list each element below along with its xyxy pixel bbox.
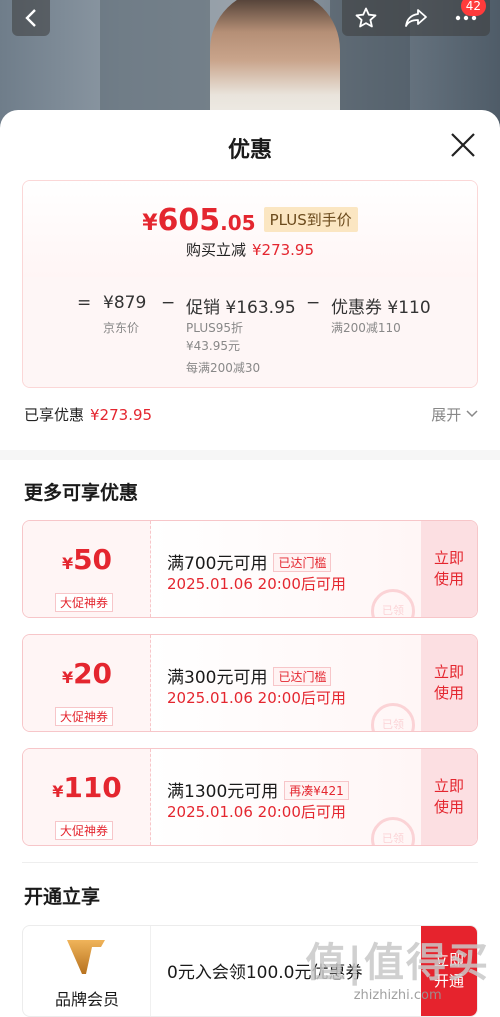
coupon-card: ¥20 大促神券 满300元可用 已达门槛 2025.01.06 20:00后可用… bbox=[22, 634, 478, 732]
close-icon[interactable] bbox=[450, 132, 476, 158]
watermark-url: zhizhizhi.com bbox=[353, 988, 442, 1003]
use-now-label: 立即使用 bbox=[433, 549, 464, 588]
coupon-status-tag: 已达门槛 bbox=[273, 667, 332, 686]
coupon-amount-value: 110 bbox=[63, 771, 122, 804]
brand-logo-icon bbox=[67, 940, 105, 974]
coupon-yen: ¥ bbox=[61, 554, 74, 573]
coupon-value-area: ¥50 大促神券 bbox=[23, 521, 151, 617]
price-summary: ¥605.05 PLUS到手价 购买立减 ¥273.95 bbox=[23, 181, 477, 277]
coupon-value-area: ¥20 大促神券 bbox=[23, 635, 151, 731]
coupon-condition: 满700元可用 已达门槛 bbox=[167, 549, 332, 574]
use-now-button[interactable]: 立即使用 bbox=[421, 749, 477, 845]
watermark: 值|值得买 zhizhizhi.com bbox=[305, 930, 490, 1003]
coupon-type-badge: 大促神券 bbox=[55, 821, 114, 840]
formula-coupon: 优惠券 ¥110 bbox=[331, 298, 431, 318]
price-formula: = ¥879 京东价 − 促销 ¥163.95 PLUS95折 ¥43.95元 … bbox=[23, 277, 477, 387]
reduce-value: ¥273.95 bbox=[251, 241, 315, 259]
share-icon[interactable] bbox=[403, 7, 429, 29]
coupon-info: 满700元可用 已达门槛 2025.01.06 20:00后可用 已领 bbox=[151, 521, 421, 617]
final-price: ¥605.05 PLUS到手价 bbox=[23, 203, 477, 238]
claimed-stamp: 已领 bbox=[371, 703, 415, 731]
section-divider bbox=[0, 450, 500, 460]
member-section-title: 开通立享 bbox=[24, 886, 101, 908]
formula-minus: − bbox=[306, 293, 321, 313]
formula-promo-sub: PLUS95折 bbox=[186, 321, 243, 335]
coupon-condition-text: 满700元可用 bbox=[167, 554, 268, 574]
coupon-yen: ¥ bbox=[61, 668, 74, 687]
back-icon bbox=[25, 9, 36, 27]
formula-promo: 促销 ¥163.95 bbox=[186, 298, 296, 318]
more-discounts-title: 更多可享优惠 bbox=[24, 482, 139, 504]
coupon-time: 2025.01.06 20:00后可用 bbox=[167, 575, 346, 593]
coupon-time: 2025.01.06 20:00后可用 bbox=[167, 803, 346, 821]
use-now-button[interactable]: 立即使用 bbox=[421, 635, 477, 731]
price-breakdown-card: ¥605.05 PLUS到手价 购买立减 ¥273.95 = ¥879 京东价 − … bbox=[22, 180, 478, 388]
member-brand-name: 品牌会员 bbox=[54, 990, 119, 1009]
top-action-group: 42 bbox=[342, 0, 490, 36]
claimed-stamp: 已领 bbox=[371, 817, 415, 845]
plus-price-tag: PLUS到手价 bbox=[263, 207, 358, 232]
formula-base-label: 京东价 bbox=[103, 321, 140, 335]
coupon-status-tag: 已达门槛 bbox=[273, 553, 332, 572]
enjoyed-value: ¥273.95 bbox=[90, 406, 153, 424]
coupon-amount-value: 20 bbox=[73, 657, 113, 690]
final-price-integer: 605 bbox=[157, 203, 221, 238]
coupon-time: 2025.01.06 20:00后可用 bbox=[167, 689, 346, 707]
formula-coupon-sub: 满200减110 bbox=[331, 321, 401, 335]
coupon-condition-text: 满300元可用 bbox=[167, 668, 268, 688]
back-button[interactable] bbox=[12, 0, 50, 36]
final-price-decimal: .05 bbox=[220, 211, 256, 235]
expand-button[interactable]: 展开 bbox=[431, 404, 478, 425]
coupon-status-tag: 再凑¥421 bbox=[284, 781, 349, 800]
use-now-label: 立即使用 bbox=[433, 663, 464, 702]
formula-base-price: ¥879 bbox=[103, 293, 147, 313]
section-divider bbox=[22, 862, 478, 863]
coupon-info: 满300元可用 已达门槛 2025.01.06 20:00后可用 已领 bbox=[151, 635, 421, 731]
coupon-amount-value: 50 bbox=[73, 543, 113, 576]
enjoyed-label: 已享优惠 bbox=[24, 406, 85, 424]
watermark-logo: 值|值得买 bbox=[305, 940, 490, 986]
claimed-stamp: 已领 bbox=[371, 589, 415, 617]
expand-label: 展开 bbox=[431, 406, 462, 424]
star-icon[interactable] bbox=[354, 6, 378, 30]
coupon-condition: 满300元可用 已达门槛 bbox=[167, 663, 332, 688]
coupon-type-badge: 大促神券 bbox=[55, 593, 114, 612]
formula-minus: − bbox=[161, 293, 176, 313]
coupon-amount: ¥20 bbox=[23, 657, 151, 690]
final-price-yen: ¥ bbox=[142, 211, 158, 236]
enjoyed-discount: 已享优惠 ¥273.95 bbox=[24, 404, 152, 425]
coupon-condition: 满1300元可用 再凑¥421 bbox=[167, 777, 349, 802]
discount-sheet: 优惠 ¥605.05 PLUS到手价 购买立减 ¥273.95 = ¥879 京东价… bbox=[0, 110, 500, 1017]
sheet-title: 优惠 bbox=[227, 138, 272, 163]
chevron-down-icon bbox=[466, 410, 478, 418]
coupon-card: ¥50 大促神券 满700元可用 已达门槛 2025.01.06 20:00后可用… bbox=[22, 520, 478, 618]
member-brand: 品牌会员 bbox=[23, 926, 151, 1016]
formula-promo-sub: 每满200减30 bbox=[186, 361, 261, 375]
coupon-card: ¥110 大促神券 满1300元可用 再凑¥421 2025.01.06 20:0… bbox=[22, 748, 478, 846]
formula-equals: = bbox=[77, 293, 92, 313]
reduce-line: 购买立减 ¥273.95 bbox=[23, 239, 477, 260]
coupon-amount: ¥110 bbox=[23, 771, 151, 804]
coupon-info: 满1300元可用 再凑¥421 2025.01.06 20:00后可用 已领 bbox=[151, 749, 421, 845]
coupon-condition-text: 满1300元可用 bbox=[167, 782, 279, 802]
use-now-label: 立即使用 bbox=[433, 777, 464, 816]
notification-badge: 42 bbox=[460, 0, 486, 16]
coupon-value-area: ¥110 大促神券 bbox=[23, 749, 151, 845]
reduce-label: 购买立减 bbox=[185, 241, 246, 259]
coupon-type-badge: 大促神券 bbox=[55, 707, 114, 726]
use-now-button[interactable]: 立即使用 bbox=[421, 521, 477, 617]
coupon-amount: ¥50 bbox=[23, 543, 151, 576]
coupon-yen: ¥ bbox=[52, 782, 64, 801]
formula-promo-sub: ¥43.95元 bbox=[186, 339, 240, 353]
